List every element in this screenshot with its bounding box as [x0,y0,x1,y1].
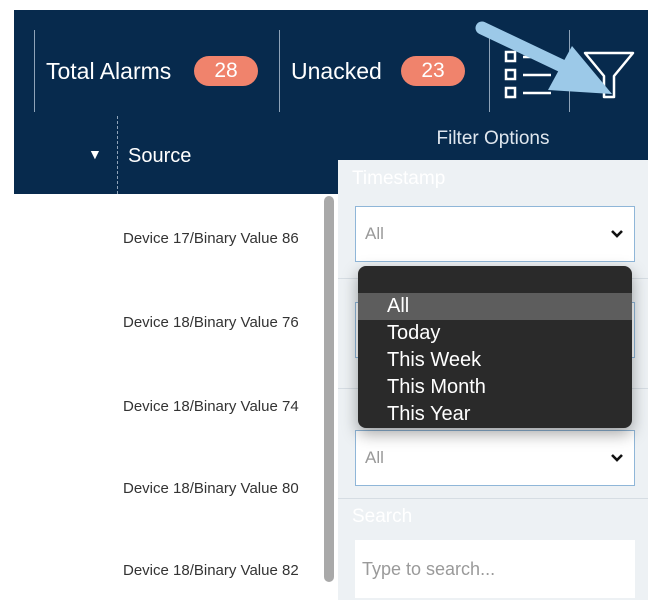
alarm-viewer: Total Alarms 28 Unacked 23 ▼ Source Devi… [14,10,648,600]
total-alarms-label: Total Alarms [46,58,172,84]
sort-down-icon[interactable]: ▼ [88,146,102,162]
search-input[interactable] [355,540,635,598]
timestamp-select-value: All [365,224,384,243]
column-divider [117,116,118,194]
dropdown-option-today[interactable]: Today [358,320,632,347]
filter-select[interactable]: All [355,430,635,486]
unacked-label: Unacked [291,58,382,84]
search-field[interactable] [355,540,635,598]
chevron-down-icon [611,230,623,238]
row-source: Device 18/Binary Value 82 [123,562,299,579]
header-divider [34,30,35,112]
filter-icon[interactable] [581,49,637,101]
table-row[interactable]: Device 18/Binary Value 76 [14,278,328,360]
total-alarms-badge: 28 [194,56,258,86]
row-source: Device 18/Binary Value 74 [123,398,299,415]
table-row[interactable]: Device 18/Binary Value 80 [14,442,328,524]
row-source: Device 17/Binary Value 86 [123,230,299,247]
header-bar: Total Alarms 28 Unacked 23 [14,10,648,114]
table-row[interactable]: Device 18/Binary Value 74 [14,360,328,442]
row-source: Device 18/Binary Value 76 [123,314,299,331]
table-header: ▼ Source [14,114,338,194]
filter-panel-title: Filter Options [436,128,550,149]
dropdown-option-this-month[interactable]: This Month [358,374,632,401]
table-scrollbar[interactable] [324,196,334,582]
unacked-badge: 23 [401,56,465,86]
row-source: Device 18/Binary Value 80 [123,480,299,497]
dropdown-option-this-week[interactable]: This Week [358,347,632,374]
timestamp-select[interactable]: All [355,206,635,262]
header-divider [569,30,570,112]
dropdown-option-this-year[interactable]: This Year [358,401,632,428]
table-row[interactable]: Device 17/Binary Value 86 [14,196,328,278]
timestamp-dropdown-menu: All Today This Week This Month This Year [358,266,632,428]
column-header-source[interactable]: Source [128,144,191,168]
search-label: Search [352,506,413,527]
list-settings-icon[interactable] [503,49,555,99]
header-divider [489,30,490,112]
header-divider [279,30,280,112]
filter-panel-header: Filter Options [338,114,648,160]
table-row[interactable]: Device 18/Binary Value 82 [14,524,328,600]
filter-select-value: All [365,448,384,467]
chevron-down-icon [611,454,623,462]
panel-separator [338,498,648,499]
timestamp-label: Timestamp [352,168,446,189]
dropdown-option-all[interactable]: All [358,293,632,320]
